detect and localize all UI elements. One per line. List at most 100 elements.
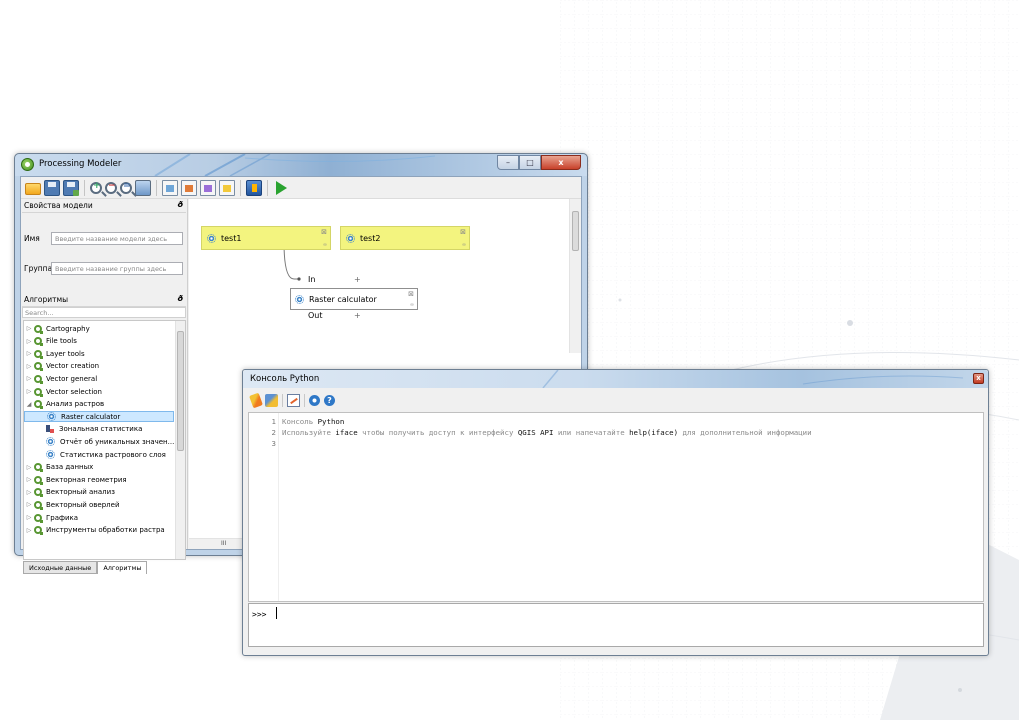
delete-node-icon[interactable]: ⊠ <box>321 228 327 236</box>
collapsed-arrow-icon[interactable]: ▷ <box>24 501 34 508</box>
show-editor-icon[interactable] <box>287 393 300 407</box>
console-line-text: Используйте iface чтобы получить доступ … <box>282 428 812 437</box>
algorithm-node-raster-calculator[interactable]: Raster calculator ⊠ ∞ <box>290 288 418 310</box>
edit-node-icon[interactable]: ∞ <box>410 302 414 308</box>
float-panel-icon[interactable]: ð <box>178 294 184 303</box>
run-command-icon[interactable] <box>265 393 278 407</box>
export-python-icon[interactable] <box>219 179 235 196</box>
tree-item[interactable]: ◢ Анализ растров <box>24 399 174 410</box>
help-icon[interactable]: ? <box>324 394 335 406</box>
collapsed-arrow-icon[interactable]: ▷ <box>24 375 34 382</box>
zoom-out-icon[interactable] <box>105 181 117 194</box>
tree-item[interactable]: ▷ Графика <box>24 512 174 523</box>
collapsed-arrow-icon[interactable]: ▷ <box>24 363 34 370</box>
tree-item[interactable]: Зональная статистика <box>24 424 174 435</box>
toolbar-separator <box>240 179 241 196</box>
edit-node-icon[interactable]: ∞ <box>323 242 327 248</box>
export-svg-icon[interactable] <box>200 179 216 196</box>
collapsed-arrow-icon[interactable]: ▷ <box>24 325 34 332</box>
tree-item[interactable]: ▷ File tools <box>24 336 174 347</box>
console-close-button[interactable]: x <box>973 373 984 384</box>
tree-scroll-thumb[interactable] <box>177 331 184 451</box>
port-out-label[interactable]: Out <box>308 311 323 320</box>
tree-item-label: Raster calculator <box>61 412 121 421</box>
input-node-test1[interactable]: test1 ⊠ ∞ <box>201 226 331 250</box>
qgis-provider-icon <box>34 387 43 397</box>
tree-item[interactable]: ▷ База данных <box>24 462 174 473</box>
edit-help-icon[interactable] <box>246 179 262 196</box>
collapsed-arrow-icon[interactable]: ▷ <box>24 350 34 357</box>
delete-node-icon[interactable]: ⊠ <box>408 290 414 298</box>
zoom-in-icon[interactable] <box>90 181 102 194</box>
edit-node-icon[interactable]: ∞ <box>462 242 466 248</box>
tree-item[interactable]: ▷ Vector general <box>24 373 174 384</box>
tree-item-label: Анализ растров <box>46 400 105 409</box>
toolbar-separator <box>84 179 85 196</box>
collapsed-arrow-icon[interactable]: ▷ <box>24 476 34 483</box>
export-image-icon[interactable] <box>162 179 178 196</box>
tree-item[interactable]: Статистика растрового слоя <box>24 449 174 460</box>
zoom-full-icon[interactable] <box>135 179 151 196</box>
save-model-as-icon[interactable] <box>63 179 79 196</box>
maximize-button[interactable]: □ <box>519 155 541 170</box>
tree-item-label: File tools <box>46 337 77 346</box>
run-model-icon[interactable] <box>276 180 287 195</box>
algorithm-search-input[interactable]: Search... <box>22 307 186 318</box>
tree-item[interactable]: Отчёт об уникальных значен... <box>24 436 174 447</box>
qgis-provider-icon <box>34 475 43 485</box>
tree-item-label: Layer tools <box>46 349 85 358</box>
tree-item[interactable]: ▷ Vector creation <box>24 361 174 372</box>
model-group-input[interactable]: Введите название группы здесь <box>51 261 183 275</box>
tree-item[interactable]: ▷ Векторный анализ <box>24 487 174 498</box>
collapsed-arrow-icon[interactable]: ▷ <box>24 514 34 521</box>
tab-algorithms[interactable]: Алгоритмы <box>97 561 148 574</box>
model-name-input[interactable]: Введите название модели здесь <box>51 231 183 245</box>
tree-item[interactable]: Raster calculator <box>24 411 174 423</box>
collapsed-arrow-icon[interactable]: ▷ <box>24 464 34 471</box>
minimize-button[interactable]: – <box>497 155 519 170</box>
modeler-title-bar[interactable]: Processing Modeler – □ x <box>15 154 587 176</box>
port-out-expand[interactable]: + <box>354 311 361 320</box>
float-panel-icon[interactable]: ð <box>178 200 184 209</box>
tree-item-label: Отчёт об уникальных значен... <box>60 437 174 446</box>
open-model-icon[interactable] <box>25 182 41 195</box>
tree-item[interactable]: ▷ Инструменты обработки растра <box>24 525 174 536</box>
collapsed-arrow-icon[interactable]: ▷ <box>24 527 34 534</box>
console-output[interactable]: 1 Консоль Python 2 Используйте iface чтобы … <box>248 412 984 602</box>
tree-item[interactable]: ▷ Cartography <box>24 323 174 334</box>
qgis-provider-icon <box>34 488 43 498</box>
input-node-test2[interactable]: test2 ⊠ ∞ <box>340 226 470 250</box>
collapsed-arrow-icon[interactable]: ▷ <box>24 388 34 395</box>
algorithms-panel-title: Алгоритмы <box>24 295 69 304</box>
qgis-provider-icon <box>34 362 43 372</box>
close-button[interactable]: x <box>541 155 581 170</box>
plain-token: Консоль <box>282 417 318 426</box>
port-in-expand[interactable]: + <box>354 275 361 284</box>
canvas-scroll-thumb[interactable] <box>572 211 579 251</box>
algorithms-panel-header: Алгоритмы ð <box>22 293 186 307</box>
plain-token: или напечатайте <box>553 428 630 437</box>
collapsed-arrow-icon[interactable]: ▷ <box>24 338 34 345</box>
delete-node-icon[interactable]: ⊠ <box>460 228 466 236</box>
tree-item[interactable]: ▷ Векторная геометрия <box>24 474 174 485</box>
console-input[interactable]: >>> <box>248 603 984 647</box>
clear-console-icon[interactable] <box>249 392 263 408</box>
plain-token: Используйте <box>282 428 336 437</box>
algorithm-node-label: Raster calculator <box>309 294 377 304</box>
canvas-vertical-scrollbar[interactable] <box>569 199 581 353</box>
canvas-horizontal-scrollbar[interactable]: III <box>189 538 249 549</box>
collapsed-arrow-icon[interactable]: ▷ <box>24 489 34 496</box>
port-in-label[interactable]: In <box>308 275 315 284</box>
tree-item[interactable]: ▷ Layer tools <box>24 348 174 359</box>
tree-item[interactable]: ▷ Vector selection <box>24 386 174 397</box>
console-title-bar[interactable]: Консоль Python x <box>243 370 988 388</box>
export-pdf-icon[interactable] <box>181 179 197 196</box>
zoom-actual-icon[interactable] <box>120 181 132 194</box>
settings-icon[interactable] <box>309 394 320 406</box>
tree-item[interactable]: ▷ Векторный оверлей <box>24 499 174 510</box>
tab-inputs[interactable]: Исходные данные <box>23 561 98 574</box>
tree-item-label: Статистика растрового слоя <box>60 450 166 459</box>
tree-scrollbar[interactable] <box>175 321 185 559</box>
expanded-arrow-icon[interactable]: ◢ <box>24 401 34 408</box>
save-model-icon[interactable] <box>44 179 60 196</box>
